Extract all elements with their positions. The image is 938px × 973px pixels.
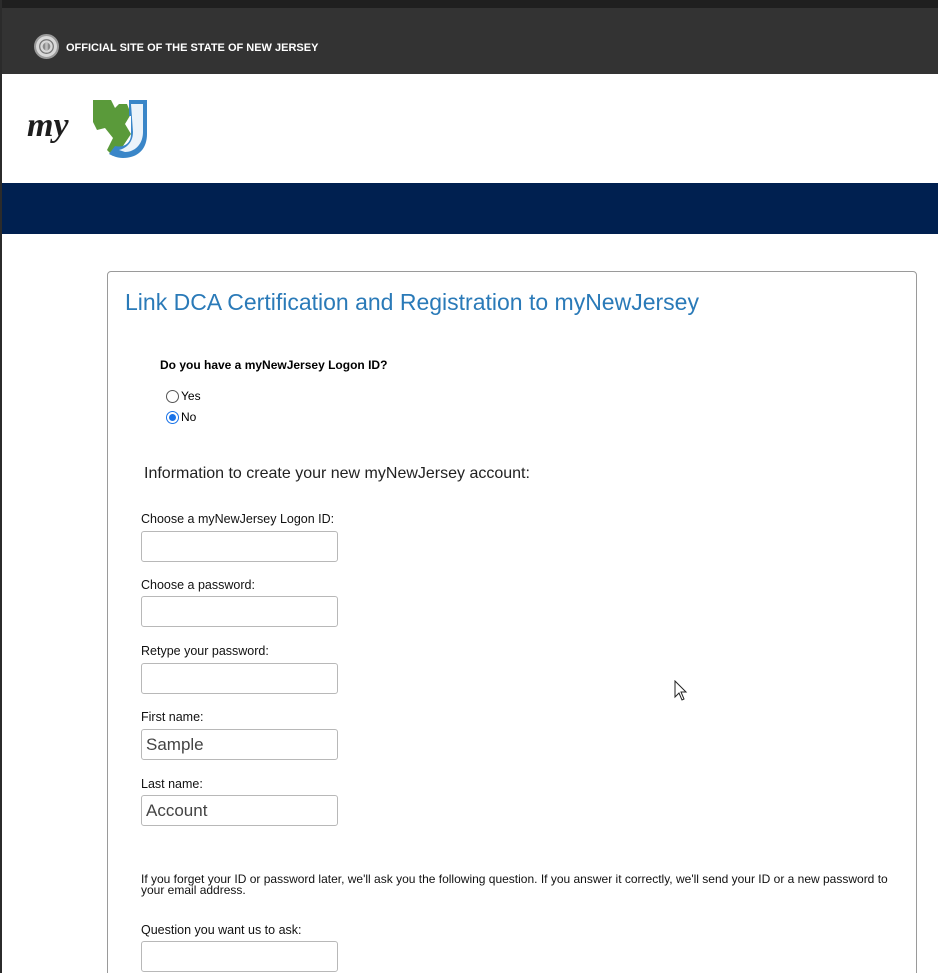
security-question-input[interactable] (141, 941, 338, 972)
link-account-panel: Link DCA Certification and Registration … (107, 271, 917, 973)
logo-my-text: my (27, 107, 69, 144)
navigation-band (2, 183, 938, 234)
nj-state-seal-icon (34, 34, 59, 59)
new-account-heading: Information to create your new myNewJers… (144, 465, 530, 482)
logo-header: my (2, 74, 938, 183)
last-name-input[interactable] (141, 795, 338, 826)
radio-option-no[interactable]: No (166, 410, 196, 424)
no-label: No (181, 410, 197, 424)
first-name-input[interactable] (141, 729, 338, 760)
mouse-pointer-icon (674, 680, 688, 701)
retype-password-input[interactable] (141, 663, 338, 694)
mynj-logo[interactable]: my (27, 94, 167, 164)
password-input[interactable] (141, 596, 338, 627)
retype-password-label: Retype your password: (141, 644, 269, 658)
page-title: Link DCA Certification and Registration … (125, 289, 699, 315)
yes-label: Yes (181, 389, 201, 403)
no-radio[interactable] (166, 410, 179, 424)
first-name-label: First name: (141, 710, 204, 724)
password-label: Choose a password: (141, 578, 255, 592)
official-site-text: OFFICIAL SITE OF THE STATE OF NEW JERSEY (66, 42, 319, 54)
radio-option-yes[interactable]: Yes (166, 389, 201, 403)
recovery-note: If you forget your ID or password later,… (141, 872, 888, 897)
last-name-label: Last name: (141, 777, 203, 791)
logon-id-label: Choose a myNewJersey Logon ID: (141, 512, 335, 526)
logon-id-question: Do you have a myNewJersey Logon ID? (160, 358, 388, 372)
yes-radio[interactable] (166, 389, 179, 403)
security-question-label: Question you want us to ask: (141, 923, 302, 937)
logon-id-input[interactable] (141, 531, 338, 562)
official-site-bar: OFFICIAL SITE OF THE STATE OF NEW JERSEY (2, 0, 938, 74)
